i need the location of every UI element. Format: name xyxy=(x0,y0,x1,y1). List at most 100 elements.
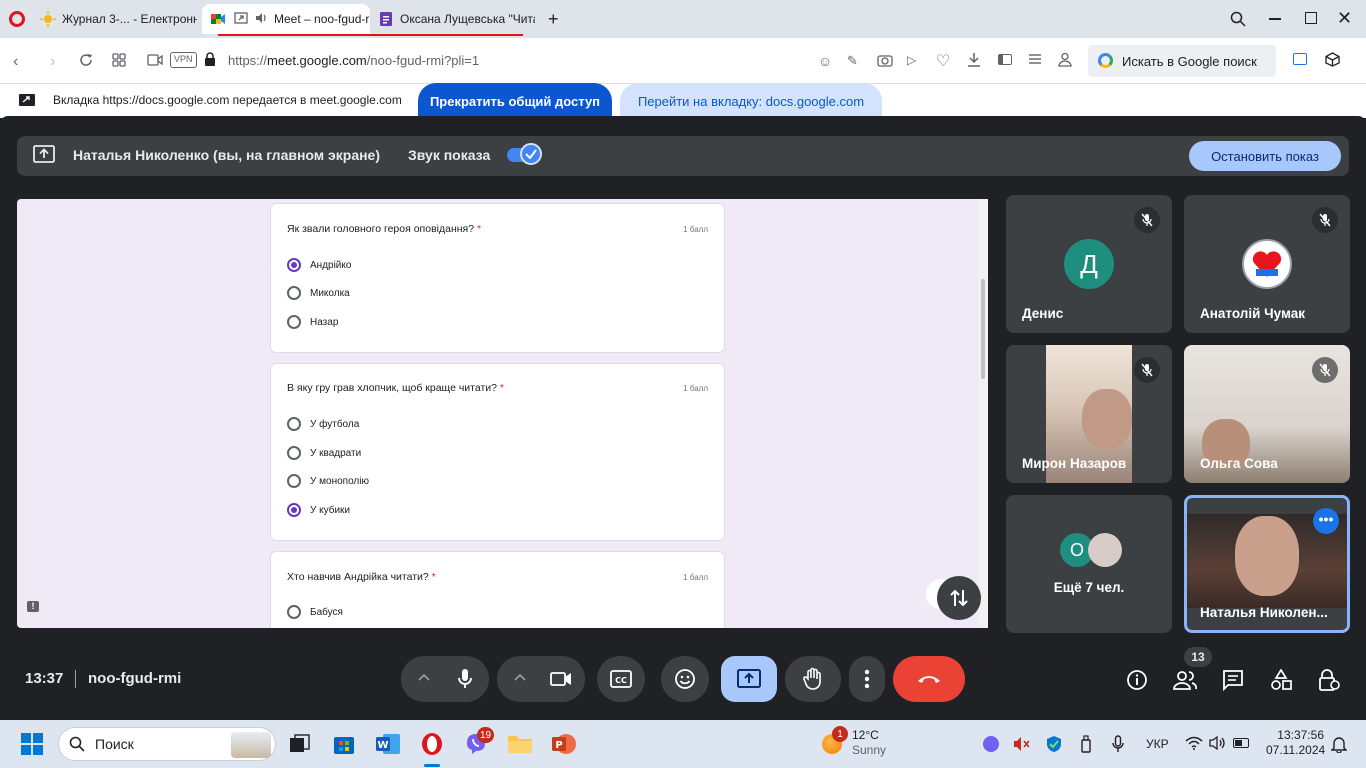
camera-button[interactable] xyxy=(538,656,584,702)
participant-name: Ольга Сова xyxy=(1200,456,1278,471)
option-radio[interactable]: Назар xyxy=(287,315,338,329)
input-language[interactable]: УКР xyxy=(1146,737,1169,751)
google-search-input[interactable]: Искать в Google поиск xyxy=(1088,45,1276,77)
vpn-badge[interactable]: VPN xyxy=(170,52,197,68)
battery-tray-icon[interactable] xyxy=(1233,738,1249,748)
more-options-icon[interactable]: ••• xyxy=(1313,508,1339,534)
option-radio[interactable]: У футбола xyxy=(287,417,359,431)
easy-setup-icon[interactable] xyxy=(1028,52,1042,66)
swap-layout-button[interactable] xyxy=(937,576,981,620)
reactions-button[interactable] xyxy=(661,656,709,702)
meeting-details-icon[interactable] xyxy=(1125,668,1149,692)
speaker-icon[interactable] xyxy=(254,11,270,27)
radio-unselected[interactable] xyxy=(287,605,301,619)
toggle-knob[interactable] xyxy=(520,143,542,165)
people-icon[interactable] xyxy=(1173,668,1197,692)
new-tab-button[interactable]: + xyxy=(548,10,559,28)
radio-unselected[interactable] xyxy=(287,446,301,460)
tab-meet[interactable]: Meet – noo-fgud-r xyxy=(202,4,370,34)
option-radio[interactable]: У монополію xyxy=(287,474,369,488)
wifi-tray-icon[interactable] xyxy=(1185,736,1203,750)
option-radio[interactable]: У кубики xyxy=(287,503,350,517)
question-card: Як звали головного героя оповідання? * 1… xyxy=(270,203,725,353)
tab-journal[interactable]: Журнал 3-... - Електронні xyxy=(32,4,197,34)
edit-icon[interactable]: ✎ xyxy=(847,53,858,69)
minimize-icon[interactable] xyxy=(1269,18,1281,20)
video-options-chevron-icon[interactable] xyxy=(513,672,527,682)
viber-tray-icon[interactable] xyxy=(983,736,999,752)
stop-presenting-button[interactable]: Остановить показ xyxy=(1189,141,1341,171)
radio-unselected[interactable] xyxy=(287,474,301,488)
participant-tile[interactable]: Анатолій Чумак xyxy=(1184,195,1350,333)
workspaces-icon[interactable] xyxy=(1293,53,1307,65)
reload-icon[interactable] xyxy=(78,52,94,68)
option-radio[interactable]: У квадрати xyxy=(287,446,361,460)
camera-indicator-icon[interactable] xyxy=(147,53,163,67)
radio-selected[interactable] xyxy=(287,258,301,272)
restore-icon[interactable] xyxy=(1305,12,1317,24)
participant-tile[interactable]: Д Денис xyxy=(1006,195,1172,333)
powerpoint-icon[interactable]: P xyxy=(550,730,578,758)
radio-selected[interactable] xyxy=(287,503,301,517)
speed-dial-icon[interactable] xyxy=(111,52,127,68)
microphone-button[interactable] xyxy=(442,656,488,702)
usb-tray-icon[interactable] xyxy=(1080,735,1092,753)
microphone-tray-icon[interactable] xyxy=(1112,735,1124,753)
radio-unselected[interactable] xyxy=(287,417,301,431)
stop-sharing-button[interactable]: Прекратить общий доступ xyxy=(418,83,612,119)
search-tabs-icon[interactable] xyxy=(1230,11,1246,27)
shared-screen-scrollbar[interactable] xyxy=(978,199,988,628)
avatar-photo xyxy=(1088,533,1122,567)
participant-tile[interactable]: Ольга Сова xyxy=(1184,345,1350,483)
raise-hand-button[interactable] xyxy=(785,656,841,702)
captions-button[interactable]: CC xyxy=(597,656,645,702)
word-icon[interactable]: W xyxy=(374,730,402,758)
option-radio[interactable]: Бабуся xyxy=(287,605,343,619)
snapshot-icon[interactable] xyxy=(877,53,893,67)
lock-icon[interactable] xyxy=(204,52,216,67)
notifications-bell-icon[interactable] xyxy=(1331,735,1347,753)
go-to-tab-button[interactable]: Перейти на вкладку: docs.google.com xyxy=(620,83,882,119)
extensions-cube-icon[interactable] xyxy=(1325,52,1340,67)
self-participant-tile[interactable]: ••• Наталья Николен... xyxy=(1184,495,1350,633)
task-view-icon[interactable] xyxy=(286,730,314,758)
microsoft-store-icon[interactable] xyxy=(330,730,358,758)
audio-options-chevron-icon[interactable] xyxy=(417,672,431,682)
volume-muted-tray-icon[interactable] xyxy=(1013,736,1031,752)
download-icon[interactable] xyxy=(967,52,981,68)
player-icon[interactable]: ▷ xyxy=(907,53,916,67)
emoji-icon[interactable]: ☺ xyxy=(818,53,832,69)
file-explorer-icon[interactable] xyxy=(506,730,534,758)
option-radio[interactable]: Андрійко xyxy=(287,258,351,272)
back-icon[interactable]: ‹ xyxy=(13,53,18,71)
taskbar-search-input[interactable]: Поиск xyxy=(58,727,276,761)
battery-saver-icon[interactable] xyxy=(998,54,1012,65)
participant-tile[interactable]: Мирон Назаров xyxy=(1006,345,1172,483)
close-window-icon[interactable]: ✕ xyxy=(1337,8,1352,29)
present-now-button[interactable] xyxy=(721,656,777,702)
volume-tray-icon[interactable] xyxy=(1209,736,1227,750)
profile-icon[interactable] xyxy=(1058,52,1072,67)
weather-widget[interactable]: 12°C Sunny xyxy=(852,728,886,758)
radio-unselected[interactable] xyxy=(287,315,301,329)
security-shield-tray-icon[interactable] xyxy=(1046,735,1062,753)
bookmark-heart-icon[interactable]: ♡ xyxy=(936,51,950,71)
windows-start-icon[interactable] xyxy=(21,733,43,755)
scroll-thumb[interactable] xyxy=(981,279,985,379)
report-icon[interactable]: ! xyxy=(27,601,39,612)
radio-unselected[interactable] xyxy=(287,286,301,300)
url-field[interactable]: https://meet.google.com/noo-fgud-rmi?pli… xyxy=(228,53,479,68)
pip-icon[interactable] xyxy=(234,11,250,27)
system-clock[interactable]: 13:37:56 07.11.2024 xyxy=(1266,728,1325,758)
opera-taskbar-icon[interactable] xyxy=(418,730,446,758)
host-controls-icon[interactable] xyxy=(1317,668,1341,692)
leave-call-button[interactable] xyxy=(893,656,965,702)
chat-icon[interactable] xyxy=(1221,668,1245,692)
more-options-button[interactable] xyxy=(849,656,885,702)
tab-forms[interactable]: Оксана Лущевська "Чита xyxy=(370,4,535,34)
opera-logo-icon[interactable] xyxy=(9,11,25,27)
activities-icon[interactable] xyxy=(1269,668,1293,692)
forward-icon[interactable]: › xyxy=(50,53,55,71)
option-radio[interactable]: Миколка xyxy=(287,286,350,300)
more-participants-tile[interactable]: О Ещё 7 чел. xyxy=(1006,495,1172,633)
